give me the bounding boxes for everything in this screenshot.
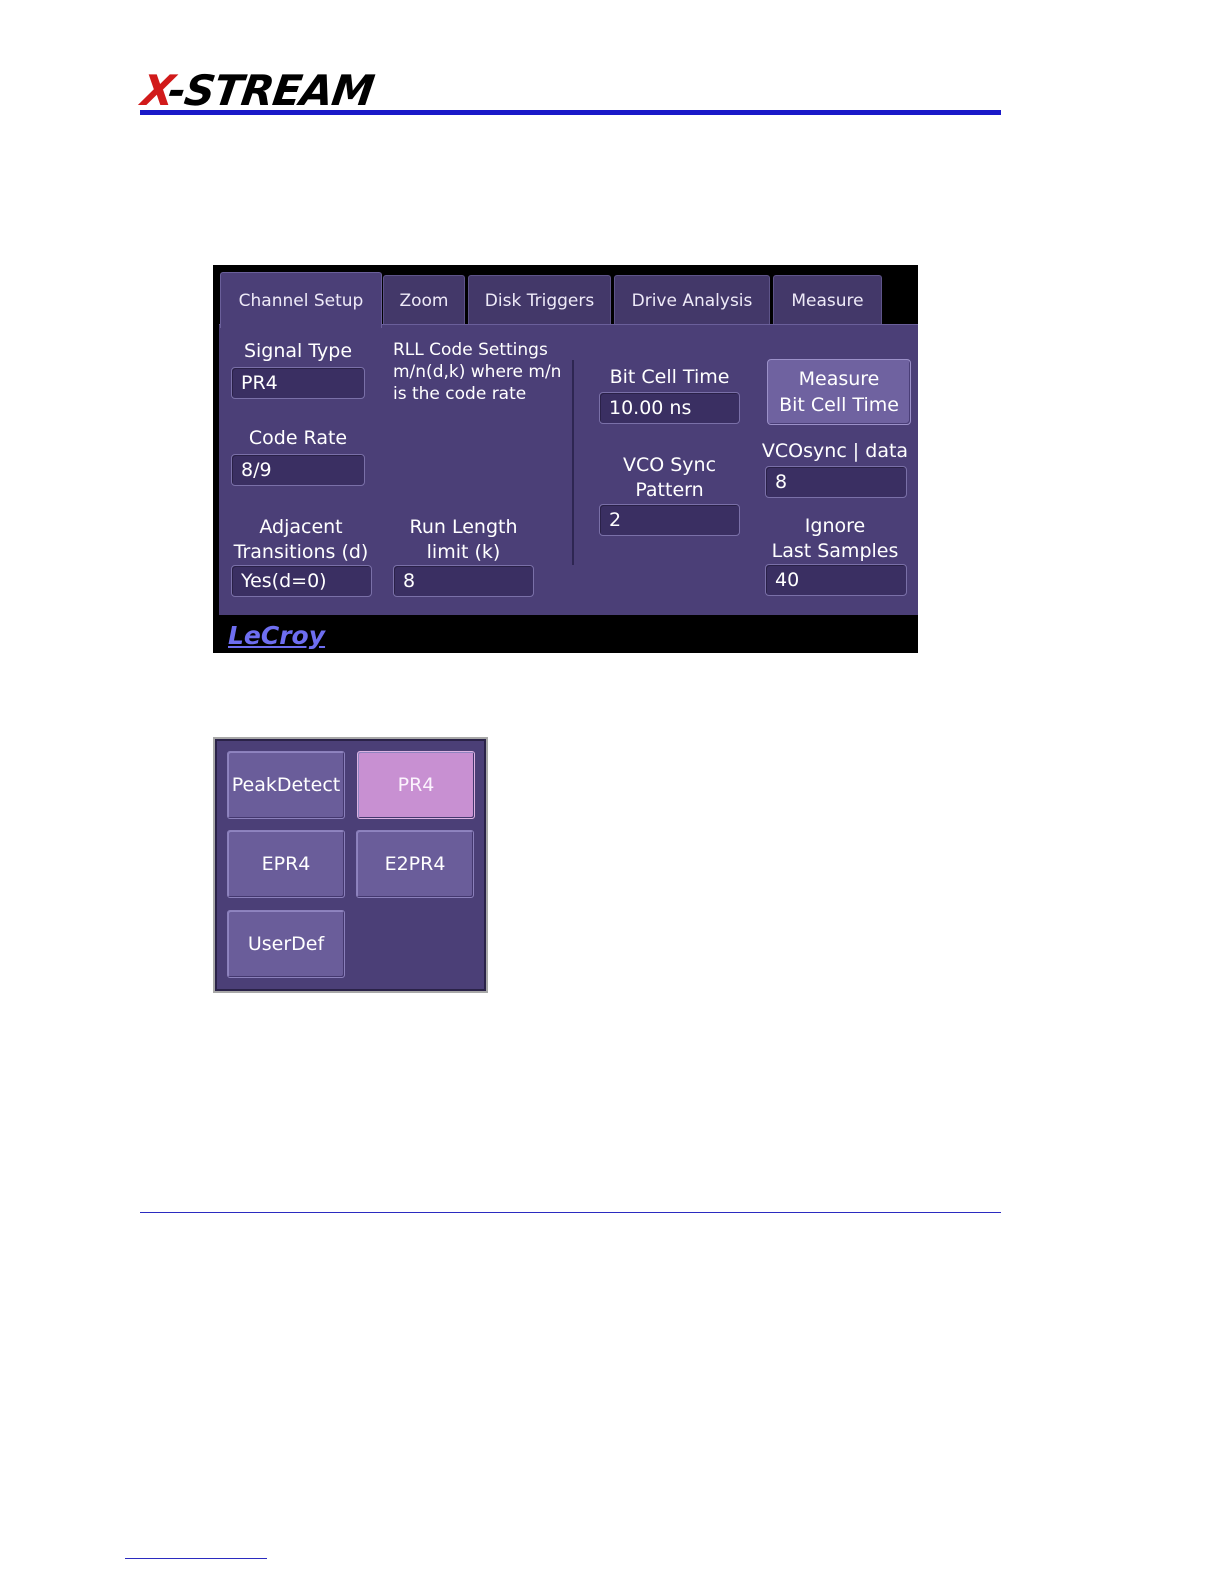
ignore-label-line1: Ignore (804, 515, 866, 537)
footer-link-underline (125, 1558, 267, 1559)
footer-rule (140, 1212, 1001, 1213)
lecroy-logo[interactable]: LeCroy (228, 621, 325, 650)
signal-type-label: Signal Type (243, 340, 353, 362)
xstream-logo: X-STREAM (138, 66, 377, 115)
option-userdef[interactable]: UserDef (227, 910, 345, 978)
rll-note-line2: m/n(d,k) where m/n (393, 362, 562, 382)
vcosync-data-label: VCOsync | data (761, 440, 909, 462)
tab-channel-setup[interactable]: Channel Setup (220, 272, 382, 328)
code-rate-label: Code Rate (248, 427, 348, 449)
dialog-footer: LeCroy (213, 615, 918, 653)
tab-disk-triggers[interactable]: Disk Triggers (468, 275, 611, 325)
bit-cell-time-field[interactable]: 10.00 ns (599, 392, 740, 424)
option-e2pr4[interactable]: E2PR4 (356, 830, 474, 898)
measure-button-line1: Measure (798, 368, 880, 390)
header-rule (140, 110, 1001, 115)
channel-setup-dialog: Channel Setup Zoom Disk Triggers Drive A… (213, 265, 918, 653)
rll-note-line3: is the code rate (393, 384, 527, 404)
signal-type-field[interactable]: PR4 (231, 367, 365, 399)
adjacent-transitions-field[interactable]: Yes(d=0) (231, 565, 372, 597)
measure-button-line2: Bit Cell Time (779, 394, 899, 416)
ignore-label-line2: Last Samples (771, 540, 899, 562)
run-length-field[interactable]: 8 (393, 565, 534, 597)
bit-cell-time-label: Bit Cell Time (609, 366, 730, 388)
tab-measure[interactable]: Measure (773, 275, 882, 325)
adjacent-label-line1: Adjacent (259, 516, 343, 538)
rll-note-line1: RLL Code Settings (393, 340, 548, 360)
vco-sync-label-line2: Pattern (635, 479, 704, 501)
code-rate-field[interactable]: 8/9 (231, 454, 365, 486)
signal-type-popup: PeakDetect PR4 EPR4 E2PR4 UserDef (213, 737, 488, 993)
column-separator (572, 360, 574, 565)
measure-bit-cell-time-button[interactable]: Measure Bit Cell Time (767, 359, 911, 425)
option-pr4[interactable]: PR4 (357, 751, 475, 819)
tab-drive-analysis[interactable]: Drive Analysis (614, 275, 770, 325)
tab-zoom[interactable]: Zoom (383, 275, 465, 325)
option-epr4[interactable]: EPR4 (227, 830, 345, 898)
ignore-last-samples-field[interactable]: 40 (765, 564, 907, 596)
run-length-label-line1: Run Length (409, 516, 518, 538)
vco-sync-label-line1: VCO Sync (622, 454, 717, 476)
adjacent-label-line2: Transitions (d) (233, 541, 369, 563)
option-peakdetect[interactable]: PeakDetect (227, 751, 345, 819)
vco-sync-pattern-field[interactable]: 2 (599, 504, 740, 536)
run-length-label-line2: limit (k) (426, 541, 501, 563)
vcosync-data-field[interactable]: 8 (765, 466, 907, 498)
